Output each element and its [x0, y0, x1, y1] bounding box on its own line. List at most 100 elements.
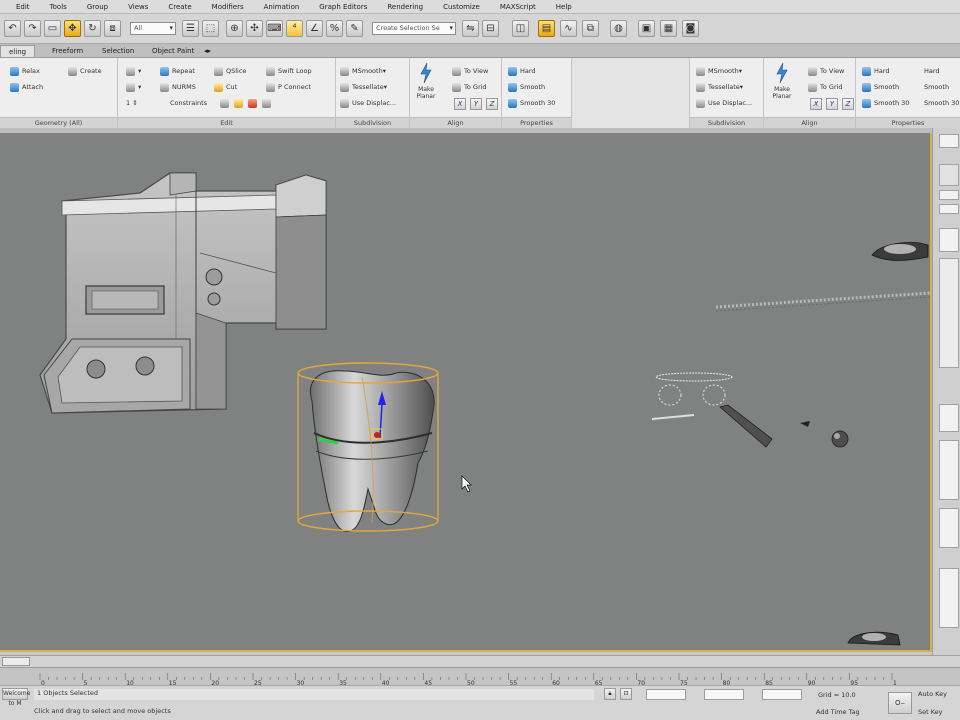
tab-modeling[interactable]: eling [0, 45, 36, 57]
smooth-30-button[interactable]: Smooth 30 [508, 96, 555, 110]
command-panel-list[interactable] [939, 228, 959, 252]
repeat-button[interactable]: Repeat [160, 64, 195, 78]
set-key-button[interactable]: Set Key [918, 708, 943, 716]
smooth-button[interactable]: Smooth [508, 80, 545, 94]
smooth-30-button-2[interactable]: Smooth 30 [862, 96, 909, 110]
named-selection-set-dropdown[interactable]: Create Selection Se [372, 22, 456, 35]
constraint-normal-icon[interactable] [262, 96, 274, 110]
select-object-icon[interactable]: ▭ [44, 20, 61, 37]
hard-button[interactable]: Hard [508, 64, 536, 78]
selected-tooth-model[interactable] [297, 362, 439, 532]
z-coordinate-field[interactable] [762, 689, 802, 700]
menu-edit[interactable]: Edit [6, 3, 40, 11]
nurms-button[interactable]: NURMS [160, 80, 196, 94]
x-coordinate-field[interactable] [646, 689, 686, 700]
mechanical-part-model[interactable] [39, 172, 327, 414]
make-planar-button-2[interactable]: Make Planar [768, 62, 796, 106]
graphite-ribbon-toggle-icon[interactable]: ▤ [538, 20, 555, 37]
command-panel[interactable] [932, 128, 960, 655]
hard-button-2[interactable]: Hard [862, 64, 890, 78]
command-panel-tab[interactable] [939, 134, 959, 148]
subdivision-panel-label[interactable]: Subdivision [336, 117, 409, 128]
edit-panel-label[interactable]: Edit [118, 117, 335, 128]
render-production-icon[interactable]: ◙ [682, 20, 699, 37]
properties-panel-2-label[interactable]: Properties [856, 117, 960, 128]
keyboard-shortcut-override-icon[interactable]: ⌨ [266, 20, 283, 37]
smooth-30-button-3[interactable]: Smooth 30 [924, 96, 959, 110]
align-x-button[interactable]: X [454, 98, 466, 110]
mirror-icon[interactable]: ⇋ [462, 20, 479, 37]
to-view-button-2[interactable]: To View [808, 64, 844, 78]
modifier-stack-list[interactable] [939, 258, 959, 368]
smooth-button-2[interactable]: Smooth [862, 80, 899, 94]
material-editor-icon[interactable]: ◍ [610, 20, 627, 37]
hard-button-3[interactable]: Hard [924, 64, 940, 78]
make-planar-button[interactable]: Make Planar [412, 62, 440, 106]
menu-help[interactable]: Help [546, 3, 582, 11]
track-bar[interactable]: 0510152025303540455055606570758085909510… [0, 667, 960, 686]
preserve-uvs-icon[interactable]: ▾ [126, 64, 141, 78]
edit-named-selection-icon[interactable]: ✎ [346, 20, 363, 37]
align-x-button-2[interactable]: X [810, 98, 822, 110]
menu-rendering[interactable]: Rendering [377, 3, 433, 11]
subdivision-panel-2-label[interactable]: Subdivision [690, 117, 763, 128]
to-grid-button[interactable]: To Grid [452, 80, 487, 94]
selection-filter-dropdown[interactable]: All [130, 22, 176, 35]
to-view-button[interactable]: To View [452, 64, 488, 78]
absolute-mode-icon[interactable]: ⊡ [620, 688, 632, 700]
align-panel-label[interactable]: Align [410, 117, 501, 128]
y-coordinate-field[interactable] [704, 689, 744, 700]
perspective-viewport[interactable] [0, 133, 932, 652]
constraint-none-icon[interactable] [220, 96, 232, 110]
layer-manager-icon[interactable]: ◫ [512, 20, 529, 37]
edit-stepper[interactable]: 1 ⇕ [126, 96, 138, 110]
p-connect-button[interactable]: P Connect [266, 80, 311, 94]
tessellate-button[interactable]: Tessellate ▾ [340, 80, 387, 94]
rollout-box-3[interactable] [939, 508, 959, 548]
menu-graph-editors[interactable]: Graph Editors [309, 3, 377, 11]
time-slider[interactable] [0, 655, 960, 667]
swift-loop-button[interactable]: Swift Loop [266, 64, 312, 78]
distant-parts-group[interactable] [651, 242, 930, 646]
rectangular-selection-icon[interactable]: ⬚ [202, 20, 219, 37]
align-z-button-2[interactable]: Z [842, 98, 854, 110]
use-pivot-center-icon[interactable]: ⊕ [226, 20, 243, 37]
menu-group[interactable]: Group [77, 3, 118, 11]
rollout-box-4[interactable] [939, 568, 959, 628]
rollout-box-2[interactable] [939, 440, 959, 500]
auto-key-button[interactable]: Auto Key [918, 690, 947, 698]
align-icon[interactable]: ⊟ [482, 20, 499, 37]
msmooth-button[interactable]: MSmooth ▾ [340, 64, 386, 78]
attach-button[interactable]: Attach [10, 80, 43, 94]
manipulate-icon[interactable]: ✣ [246, 20, 263, 37]
menu-maxscript[interactable]: MAXScript [490, 3, 546, 11]
command-panel-field-1[interactable] [939, 190, 959, 200]
rollout-box-1[interactable] [939, 404, 959, 432]
to-grid-button-2[interactable]: To Grid [808, 80, 843, 94]
ribbon-options-icon[interactable]: ◂▸ [196, 45, 219, 57]
modifier-stack-header[interactable] [939, 164, 959, 186]
select-and-move-icon[interactable]: ✥ [64, 20, 81, 37]
tab-freeform[interactable]: Freeform [44, 45, 91, 57]
use-displace-button[interactable]: Use Displac... [340, 96, 396, 110]
snaps-toggle-icon[interactable]: ⁴ [286, 20, 303, 37]
command-panel-field-2[interactable] [939, 204, 959, 214]
relax-button[interactable]: Relax [10, 64, 40, 78]
align-y-button[interactable]: Y [470, 98, 482, 110]
smooth-button-3[interactable]: Smooth [924, 80, 949, 94]
selection-lock-icon[interactable]: 🔒︎ [604, 688, 616, 700]
constraint-face-icon[interactable] [248, 96, 260, 110]
maxscript-mini-listener[interactable]: Welcome to M [2, 688, 30, 707]
tessellate-button-2[interactable]: Tessellate ▾ [696, 80, 743, 94]
menu-create[interactable]: Create [158, 3, 201, 11]
select-by-name-icon[interactable]: ☰ [182, 20, 199, 37]
add-time-tag[interactable]: Add Time Tag [816, 708, 860, 716]
qslice-button[interactable]: QSlice [214, 64, 246, 78]
cut-button[interactable]: Cut [214, 80, 237, 94]
schematic-view-icon[interactable]: ⧉ [582, 20, 599, 37]
use-displace-button-2[interactable]: Use Displac... [696, 96, 752, 110]
key-mode-toggle[interactable]: O‒ [888, 692, 912, 714]
redo-icon[interactable]: ↷ [24, 20, 41, 37]
menu-views[interactable]: Views [118, 3, 158, 11]
menu-tools[interactable]: Tools [40, 3, 77, 11]
